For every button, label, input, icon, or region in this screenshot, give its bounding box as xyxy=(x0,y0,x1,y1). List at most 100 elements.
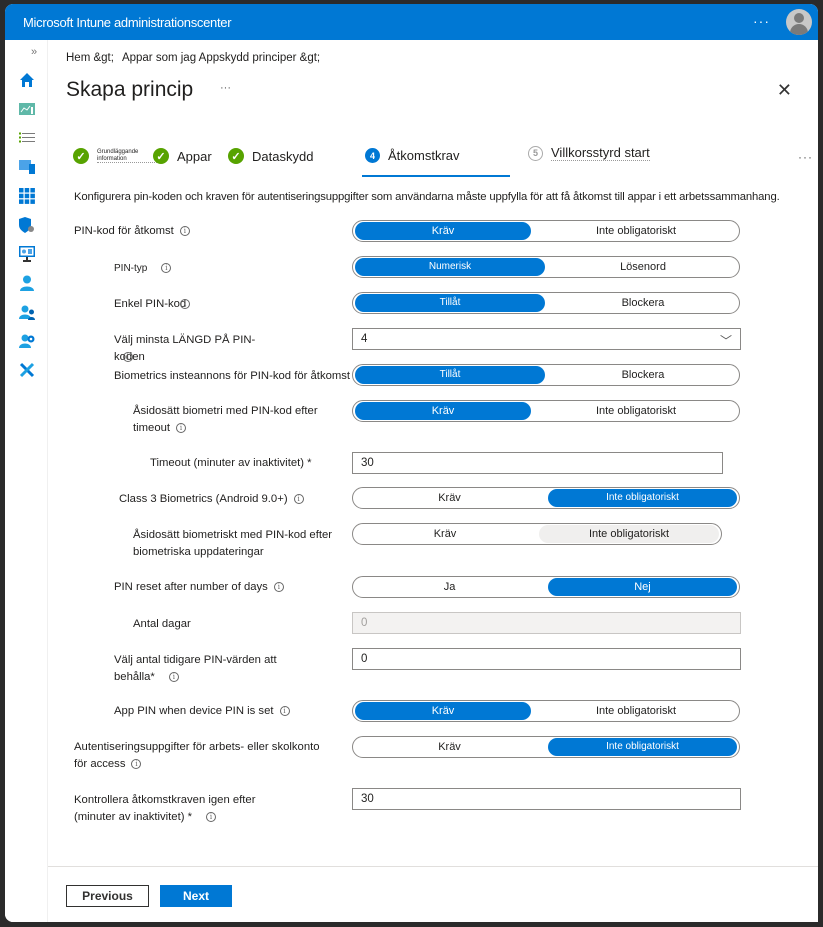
option-not-required[interactable]: Inte obligatoriskt xyxy=(535,402,737,420)
override-bio-updates-label: Åsidosätt biometriskt med PIN-kod efter … xyxy=(133,527,333,561)
app-pin-device-label: App PIN when device PIN is set i xyxy=(114,703,290,720)
info-icon[interactable]: i xyxy=(273,582,284,593)
pin-type-toggle[interactable]: Numerisk Lösenord xyxy=(352,256,740,278)
option-not-required[interactable]: Inte obligatoriskt xyxy=(535,702,737,720)
avatar[interactable] xyxy=(786,9,812,35)
timeout-label: Timeout (minuter av inaktivitet) * xyxy=(150,455,312,472)
option-block[interactable]: Blockera xyxy=(549,366,737,384)
pin-access-toggle[interactable]: Kräv Inte obligatoriskt xyxy=(352,220,740,242)
info-icon[interactable]: i xyxy=(279,706,290,717)
step-basics[interactable]: ✓ Grundläggande information xyxy=(73,148,165,164)
reports-icon[interactable] xyxy=(19,246,35,262)
pin-access-label: PIN-kod för åtkomst i xyxy=(74,223,190,240)
close-icon[interactable]: ✕ xyxy=(777,80,792,101)
biometrics-label: Biometrics insteannons för PIN-kod för å… xyxy=(114,368,350,385)
option-no[interactable]: Nej xyxy=(548,578,737,596)
devices-icon[interactable] xyxy=(19,159,35,175)
option-not-required[interactable]: Inte obligatoriskt xyxy=(548,489,737,507)
option-allow[interactable]: Tillåt xyxy=(355,294,545,312)
input-value: 0 xyxy=(361,617,368,629)
footer-divider xyxy=(48,866,818,867)
label-text: App PIN when device PIN is set xyxy=(114,705,274,717)
option-numeric[interactable]: Numerisk xyxy=(355,258,545,276)
info-icon[interactable]: i xyxy=(161,263,172,274)
override-bio-updates-toggle[interactable]: Kräv Inte obligatoriskt xyxy=(352,523,722,545)
breadcrumb-app-protection[interactable]: Appar som jag Appskydd principer &gt; xyxy=(122,52,320,64)
step-label: Dataskydd xyxy=(252,148,314,164)
option-not-required[interactable]: Inte obligatoriskt xyxy=(548,738,737,756)
option-require[interactable]: Kräv xyxy=(355,489,544,507)
previous-pins-label: Välj antal tidigare PIN-värden att behål… xyxy=(114,652,314,686)
expand-sidebar-icon[interactable]: » xyxy=(31,46,37,58)
info-icon[interactable]: i xyxy=(131,759,142,770)
label-text: Autentiseringsuppgifter för arbets- elle… xyxy=(74,741,320,770)
step-data-protection[interactable]: ✓ Dataskydd xyxy=(228,148,313,164)
option-require[interactable]: Kräv xyxy=(355,525,535,543)
endpoint-security-icon[interactable] xyxy=(19,217,35,233)
min-length-select[interactable]: 4 ﹀ xyxy=(352,328,741,350)
info-icon[interactable]: i xyxy=(293,494,304,505)
home-icon[interactable] xyxy=(19,72,35,88)
check-icon: ✓ xyxy=(228,148,244,164)
label-text: PIN reset after number of days xyxy=(114,581,268,593)
option-yes[interactable]: Ja xyxy=(355,578,544,596)
step-conditional-launch[interactable]: 5 Villkorsstyrd start xyxy=(528,145,650,161)
groups-icon[interactable] xyxy=(19,304,35,320)
users-icon[interactable] xyxy=(19,275,35,291)
app-pin-device-toggle[interactable]: Kräv Inte obligatoriskt xyxy=(352,700,740,722)
option-password[interactable]: Lösenord xyxy=(549,258,737,276)
next-button[interactable]: Next xyxy=(160,885,232,907)
option-not-required[interactable]: Inte obligatoriskt xyxy=(535,222,737,240)
option-require[interactable]: Kräv xyxy=(355,702,531,720)
timeout-input[interactable]: 30 xyxy=(352,452,723,474)
info-icon[interactable]: i xyxy=(179,226,190,237)
breadcrumb-home[interactable]: Hem &gt; xyxy=(66,52,114,64)
label-text: Kontrollera åtkomstkraven igen efter (mi… xyxy=(74,794,256,823)
option-not-required[interactable]: Inte obligatoriskt xyxy=(539,525,719,543)
more-options-icon[interactable]: ··· xyxy=(753,13,770,29)
chevron-down-icon: ﹀ xyxy=(719,334,732,348)
info-icon[interactable]: i xyxy=(122,352,133,363)
step-access-requirements[interactable]: 4 Åtkomstkrav xyxy=(365,148,460,163)
override-biometrics-toggle[interactable]: Kräv Inte obligatoriskt xyxy=(352,400,740,422)
apps-icon[interactable] xyxy=(19,188,35,204)
info-icon[interactable]: i xyxy=(206,812,217,823)
step-apps[interactable]: ✓ Appar xyxy=(153,148,212,164)
label-text: PIN-kod för åtkomst xyxy=(74,225,174,237)
previous-button[interactable]: Previous xyxy=(66,885,149,907)
info-icon[interactable]: i xyxy=(168,672,179,683)
option-require[interactable]: Kräv xyxy=(355,738,544,756)
work-creds-toggle[interactable]: Kräv Inte obligatoriskt xyxy=(352,736,740,758)
days-input: 0 xyxy=(352,612,741,634)
recheck-input[interactable]: 30 xyxy=(352,788,741,810)
check-icon: ✓ xyxy=(73,148,89,164)
option-require[interactable]: Kräv xyxy=(355,222,531,240)
info-icon[interactable]: i xyxy=(180,299,191,310)
recheck-label: Kontrollera åtkomstkraven igen efter (mi… xyxy=(74,792,294,826)
more-steps-icon[interactable]: ··· xyxy=(798,150,813,164)
dashboard-icon[interactable] xyxy=(19,101,35,117)
previous-pins-input[interactable]: 0 xyxy=(352,648,741,670)
simple-pin-label: Enkel PIN-kodi xyxy=(114,296,191,313)
check-icon: ✓ xyxy=(153,148,169,164)
option-require[interactable]: Kräv xyxy=(355,402,531,420)
class3-biometrics-toggle[interactable]: Kräv Inte obligatoriskt xyxy=(352,487,740,509)
step-number: 4 xyxy=(365,148,380,163)
troubleshooting-icon[interactable] xyxy=(19,362,35,378)
input-value: 30 xyxy=(361,793,374,805)
option-block[interactable]: Blockera xyxy=(549,294,737,312)
pin-reset-toggle[interactable]: Ja Nej xyxy=(352,576,740,598)
pin-type-label: PIN-typ i xyxy=(114,260,172,277)
biometrics-toggle[interactable]: Tillåt Blockera xyxy=(352,364,740,386)
option-allow[interactable]: Tillåt xyxy=(355,366,545,384)
tenant-admin-icon[interactable] xyxy=(19,333,35,349)
info-icon[interactable]: i xyxy=(176,423,187,434)
wizard-steps: ✓ Grundläggande information ✓ Appar ✓ Da… xyxy=(73,145,813,178)
sidebar: » xyxy=(5,40,48,922)
more-options-icon[interactable]: ··· xyxy=(220,82,231,94)
breadcrumb: Hem &gt; Appar som jag Appskydd principe… xyxy=(66,52,320,64)
section-description: Konfigurera pin-koden och kraven för aut… xyxy=(74,191,780,203)
list-icon[interactable] xyxy=(19,130,35,146)
simple-pin-toggle[interactable]: Tillåt Blockera xyxy=(352,292,740,314)
label-text: Åsidosätt biometri med PIN-kod efter tim… xyxy=(133,405,318,434)
